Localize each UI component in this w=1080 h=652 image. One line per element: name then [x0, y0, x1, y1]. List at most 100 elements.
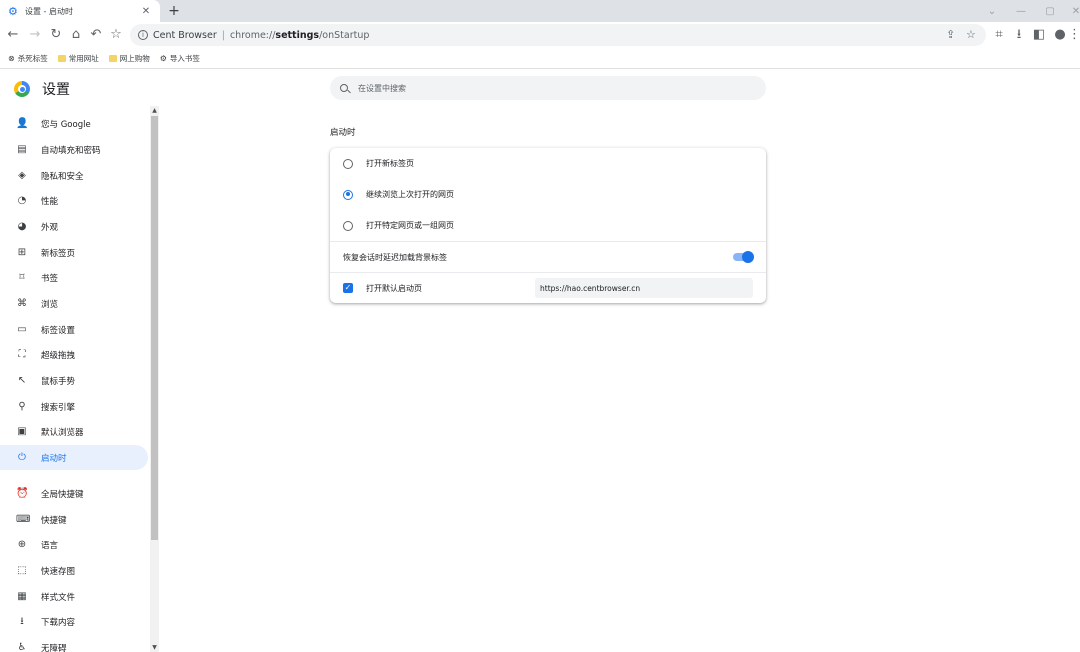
sidebar-item-drag[interactable]: ⛶ 超级拖拽 [0, 342, 148, 367]
sidebar-item-palette[interactable]: ◕ 外观 [0, 214, 148, 239]
reload-icon[interactable]: ↻ [48, 27, 64, 43]
power-icon: ⏻ [18, 451, 26, 463]
sidebar-item-globe[interactable]: ⊕ 语言 [0, 532, 148, 557]
kill-tab-icon: ⊗ [8, 54, 15, 63]
sidebar-item-speedometer[interactable]: ◔ 性能 [0, 188, 148, 213]
startup-url-input[interactable] [540, 283, 750, 293]
cursor-icon: ↖ [17, 374, 27, 386]
minimize-icon[interactable]: — [1007, 0, 1035, 22]
radio-button[interactable] [343, 158, 353, 169]
sidebar-item-accessibility[interactable]: ♿ 无障碍 [0, 635, 148, 652]
settings-search[interactable] [330, 76, 766, 100]
sidebar-item-browse[interactable]: ⌘ 浏览 [0, 291, 148, 316]
default-startup-row[interactable]: ✓ 打开默认启动页 [330, 272, 766, 303]
tab-settings[interactable]: ⚙ 设置 - 启动时 ✕ [0, 0, 160, 22]
profile-icon[interactable]: ● [1052, 27, 1068, 43]
sidebar-item-label: 无障碍 [41, 643, 67, 652]
sidebar-item-power[interactable]: ⏻ 启动时 [0, 445, 148, 470]
new-tab-button[interactable]: + [166, 3, 182, 19]
sidebar-item-new-tab[interactable]: ⊞ 新标签页 [0, 240, 148, 265]
delay-load-label: 恢复会话时延迟加载背景标签 [343, 252, 447, 262]
sidebar-item-stylesheet[interactable]: ▦ 样式文件 [0, 584, 148, 609]
forward-icon[interactable]: → [27, 27, 43, 43]
stylesheet-icon: ▦ [17, 590, 27, 602]
sidebar-item-tab[interactable]: ▭ 标签设置 [0, 317, 148, 342]
delay-load-row[interactable]: 恢复会话时延迟加载背景标签 [330, 241, 766, 272]
scroll-down-arrow[interactable]: ▼ [150, 643, 159, 652]
scrollbar-thumb[interactable] [151, 116, 158, 540]
bookmarks-bar: ⊗ 杀死标签 常用网址 网上购物 ⚙ 导入书签 [0, 49, 1080, 69]
section-title: 启动时 [330, 128, 356, 138]
startup-card: 打开新标签页 继续浏览上次打开的网页 打开特定网页或一组网页 恢复会话时延迟加载… [330, 148, 766, 303]
startup-option-specific-pages[interactable]: 打开特定网页或一组网页 [330, 210, 766, 241]
bookmark-import[interactable]: ⚙ 导入书签 [160, 53, 200, 64]
accessibility-icon: ♿ [17, 641, 27, 652]
download-icon[interactable]: ⭳ [1011, 27, 1027, 43]
restore-icon[interactable]: ▢ [1036, 0, 1064, 22]
sidebar-item-label: 搜索引擎 [41, 402, 76, 413]
folder-icon [108, 55, 117, 62]
bookmark-folder-shopping[interactable]: 网上购物 [108, 53, 150, 64]
sidebar-item-download[interactable]: ⭳ 下载内容 [0, 609, 148, 634]
sidebar-item-label: 语言 [41, 540, 59, 551]
tab-strip: ⚙ 设置 - 启动时 ✕ + ⌄ — ▢ ✕ [0, 0, 1080, 22]
menu-icon[interactable]: ⋮ [1068, 27, 1080, 43]
delay-load-toggle[interactable] [733, 251, 754, 263]
radio-button[interactable] [343, 189, 353, 200]
sidebar-scrollbar[interactable]: ▲ ▼ [150, 106, 159, 652]
bookmark-star-icon[interactable]: ☆ [966, 28, 976, 41]
sidebar-item-alarm[interactable]: ⏰ 全局快捷键 [0, 481, 148, 506]
startup-url-field[interactable] [535, 278, 753, 298]
bookmark-kill-tabs[interactable]: ⊗ 杀死标签 [8, 53, 48, 64]
sidebar-item-cursor[interactable]: ↖ 鼠标手势 [0, 368, 148, 393]
sidebar-item-search[interactable]: ⚲ 搜索引擎 [0, 394, 148, 419]
sidebar-item-clipboard[interactable]: ▤ 自动填充和密码 [0, 137, 148, 162]
star-icon[interactable]: ☆ [108, 27, 124, 43]
search-icon [340, 84, 348, 92]
search-input[interactable] [358, 83, 738, 93]
gear-icon: ⚙ [8, 4, 18, 18]
sidepanel-icon[interactable]: ◧ [1031, 27, 1047, 43]
bookmark-folder-common[interactable]: 常用网址 [57, 53, 99, 64]
sidebar-item-save-image[interactable]: ⬚ 快速存图 [0, 558, 148, 583]
address-bar[interactable]: i Cent Browser | chrome://settings/onSta… [130, 24, 986, 46]
sidebar-item-label: 下载内容 [41, 617, 76, 628]
startup-option-continue[interactable]: 继续浏览上次打开的网页 [330, 179, 766, 210]
back-icon[interactable]: ← [5, 27, 21, 43]
scroll-up-arrow[interactable]: ▲ [150, 106, 159, 115]
alarm-icon: ⏰ [16, 487, 29, 499]
sidebar-item-shield[interactable]: ◈ 隐私和安全 [0, 163, 148, 188]
url-text: chrome://settings/onStartup [229, 29, 370, 41]
crop-icon[interactable]: ⌗ [991, 27, 1007, 43]
sidebar-item-person[interactable]: 👤 您与 Google [0, 111, 148, 136]
cent-browser-logo [14, 81, 30, 97]
globe-icon: ⊕ [17, 538, 27, 550]
settings-sidebar: 👤 您与 Google ▤ 自动填充和密码 ◈ 隐私和安全 ◔ 性能 ◕ 外观 ⊞ 新标签页 ⌑ 书签 ⌘ 浏… [0, 111, 148, 652]
home-icon[interactable]: ⌂ [68, 27, 84, 43]
sidebar-item-browser-window[interactable]: ▣ 默认浏览器 [0, 419, 148, 444]
drag-icon: ⛶ [18, 348, 26, 360]
browser-toolbar: ← → ↻ ⌂ ↶ ☆ i Cent Browser | chrome://se… [0, 22, 1080, 49]
undo-close-icon[interactable]: ↶ [88, 27, 104, 43]
default-startup-checkbox[interactable]: ✓ [343, 283, 353, 293]
tab-close-icon[interactable]: ✕ [140, 6, 152, 17]
new-tab-icon: ⊞ [17, 246, 27, 258]
sidebar-item-label: 快捷键 [41, 515, 67, 526]
keyboard-icon: ⌨ [16, 513, 31, 525]
tab-title: 设置 - 启动时 [25, 6, 73, 16]
sidebar-item-label: 性能 [41, 196, 59, 207]
download-icon: ⭳ [20, 615, 24, 627]
radio-button[interactable] [343, 220, 353, 231]
sidebar-item-label: 隐私和安全 [41, 171, 84, 182]
startup-option-new-tab[interactable]: 打开新标签页 [330, 148, 766, 179]
sidebar-item-bookmark[interactable]: ⌑ 书签 [0, 265, 148, 290]
browser-window-icon: ▣ [17, 425, 27, 437]
close-icon[interactable]: ✕ [1062, 0, 1080, 22]
info-icon[interactable]: i [138, 30, 148, 40]
chevron-down-icon[interactable]: ⌄ [978, 0, 1006, 22]
search-icon: ⚲ [18, 400, 26, 412]
share-icon[interactable]: ⇪ [946, 28, 955, 41]
site-name: Cent Browser [153, 29, 217, 41]
shield-icon: ◈ [18, 169, 26, 181]
sidebar-item-keyboard[interactable]: ⌨ 快捷键 [0, 507, 148, 532]
